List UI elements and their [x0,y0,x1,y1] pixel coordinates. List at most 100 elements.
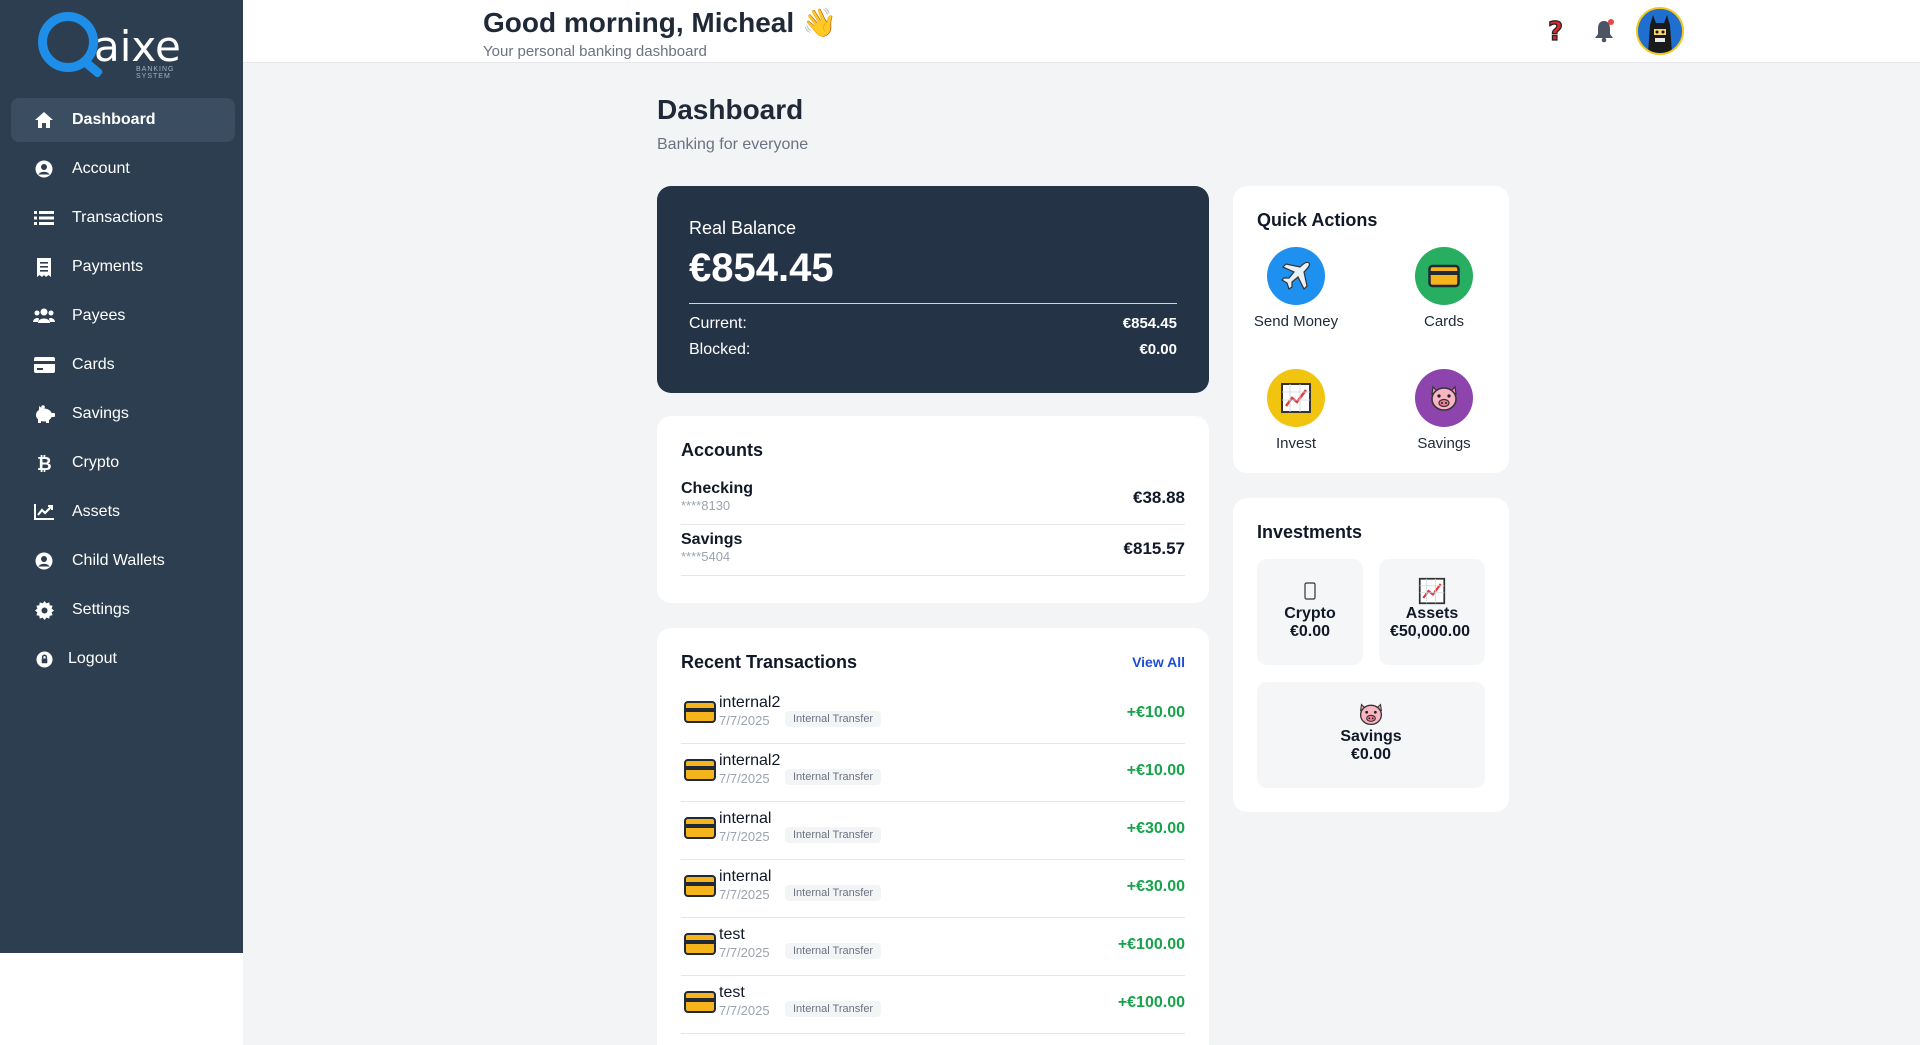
sidebar-item-logout[interactable]: Logout [11,637,235,681]
transaction-type-badge: Internal Transfer [785,711,882,727]
quick-actions-card: Quick Actions Send Money Cards Invest Sa… [1233,186,1509,473]
transaction-row[interactable]: internal2 7/7/2025 Internal Transfer +€1… [681,686,1185,744]
sidebar-nav: Dashboard Account Transactions Payments … [11,98,235,686]
account-name: Checking [681,480,754,497]
transaction-date: 7/7/2025 [719,1003,770,1018]
transaction-row[interactable]: internal 7/7/2025 Internal Transfer +€30… [681,860,1185,918]
sidebar-item-assets[interactable]: Assets [11,490,235,534]
savings-button[interactable]: Savings [1399,369,1489,452]
sidebar-item-transactions[interactable]: Transactions [11,196,235,240]
account-row-checking[interactable]: Checking ****8130 €38.88 [681,474,1185,525]
account-balance: €815.57 [1123,539,1185,558]
pig-face-icon [1257,700,1485,728]
account-number: ****5404 [681,549,731,564]
transaction-name: internal2 [719,694,781,711]
chart-line-icon [33,502,55,522]
account-row-savings[interactable]: Savings ****5404 €815.57 [681,525,1185,576]
balance-amount: €854.45 [689,246,834,290]
transaction-row[interactable]: internal2 7/7/2025 Internal Transfer +€1… [681,744,1185,802]
recent-transactions-title: Recent Transactions [681,652,858,672]
logo-text: aixe [94,22,181,71]
transaction-date: 7/7/2025 [719,771,770,786]
greeting-subtitle: Your personal banking dashboard [483,43,707,60]
cards-button[interactable]: Cards [1399,247,1489,330]
notification-bell-icon[interactable] [1591,18,1617,44]
sidebar-item-child-wallets[interactable]: Child Wallets [11,539,235,583]
current-label: Current: [689,315,747,332]
transaction-name: internal [719,810,772,827]
balance-card: Real Balance €854.45 Current: €854.45 Bl… [657,186,1209,393]
help-icon[interactable]: ? [1544,18,1570,44]
sidebar-item-label: Cards [72,356,115,373]
below-sidebar-area [0,953,243,1045]
chart-increasing-icon [1267,369,1325,427]
transaction-amount: +€100.00 [1117,994,1185,1011]
investment-value: €50,000.00 [1389,623,1471,640]
transaction-row[interactable]: test 7/7/2025 Internal Transfer +€100.00 [681,918,1185,976]
svg-text:?: ? [1548,18,1563,44]
home-icon [33,110,55,130]
view-all-link[interactable]: View All [1132,654,1185,670]
sidebar-item-payments[interactable]: Payments [11,245,235,289]
investment-savings[interactable]: Savings €0.00 [1257,682,1485,788]
sidebar-item-label: Logout [68,650,117,667]
logout-icon [33,649,55,669]
investment-name: Assets [1405,605,1459,622]
logo-q-mark [38,12,98,72]
credit-card-icon [33,355,55,375]
transaction-name: test [719,926,745,943]
investment-value: €0.00 [1350,746,1392,763]
investment-assets[interactable]: Assets €50,000.00 [1379,559,1485,665]
credit-card-icon [684,759,716,781]
quick-actions-title: Quick Actions [1257,210,1378,230]
transaction-date: 7/7/2025 [719,887,770,902]
sidebar-item-label: Crypto [72,454,120,471]
sidebar-item-settings[interactable]: Settings [11,588,235,632]
greeting-title: Good morning, Micheal 👋 [483,6,837,39]
investment-name: Crypto [1284,605,1336,622]
sidebar-item-label: Account [72,160,130,177]
credit-card-icon [684,701,716,723]
transaction-name: internal2 [719,752,781,769]
sidebar-item-cards[interactable]: Cards [11,343,235,387]
bitcoin-icon: ₿ [33,453,55,473]
user-circle-icon [33,159,55,179]
users-icon [33,306,55,326]
credit-card-icon [684,933,716,955]
credit-card-icon [684,817,716,839]
piggy-bank-icon [33,404,55,424]
sidebar-item-savings[interactable]: Savings [11,392,235,436]
balance-divider [689,303,1177,304]
sidebar-item-dashboard[interactable]: Dashboard [11,98,235,142]
transaction-amount: +€30.00 [1126,878,1185,895]
recent-transactions-card: Recent Transactions View All internal2 7… [657,628,1209,1045]
investment-value: €0.00 [1289,623,1331,640]
quick-action-label: Invest [1275,435,1317,452]
invest-button[interactable]: Invest [1251,369,1341,452]
sidebar-item-crypto[interactable]: ₿ Crypto [11,441,235,485]
send-money-button[interactable]: Send Money [1251,247,1341,330]
transaction-date: 7/7/2025 [719,713,770,728]
quick-action-label: Savings [1417,435,1471,452]
list-icon [33,208,55,228]
transaction-amount: +€30.00 [1126,820,1185,837]
account-number: ****8130 [681,498,731,513]
transaction-row[interactable]: test 7/7/2025 Internal Transfer +€100.00 [681,976,1185,1034]
transaction-row[interactable]: internal 7/7/2025 Internal Transfer +€30… [681,802,1185,860]
sidebar-item-account[interactable]: Account [11,147,235,191]
transaction-amount: +€10.00 [1126,762,1185,779]
user-circle-icon [33,551,55,571]
transaction-type-badge: Internal Transfer [785,943,882,959]
receipt-icon [33,257,55,277]
brand-logo[interactable]: aixe BANKING SYSTEM [38,12,188,80]
blocked-value: €0.00 [1139,341,1177,358]
sidebar-item-label: Settings [72,601,130,618]
sidebar-item-payees[interactable]: Payees [11,294,235,338]
chart-increasing-icon [1379,577,1485,605]
sidebar-item-label: Child Wallets [72,552,165,569]
user-avatar[interactable] [1636,7,1684,55]
transaction-name: internal [719,868,772,885]
sidebar-item-label: Payees [72,307,126,324]
investment-crypto[interactable]: Crypto €0.00 [1257,559,1363,665]
mobile-phone-icon [1257,577,1363,605]
